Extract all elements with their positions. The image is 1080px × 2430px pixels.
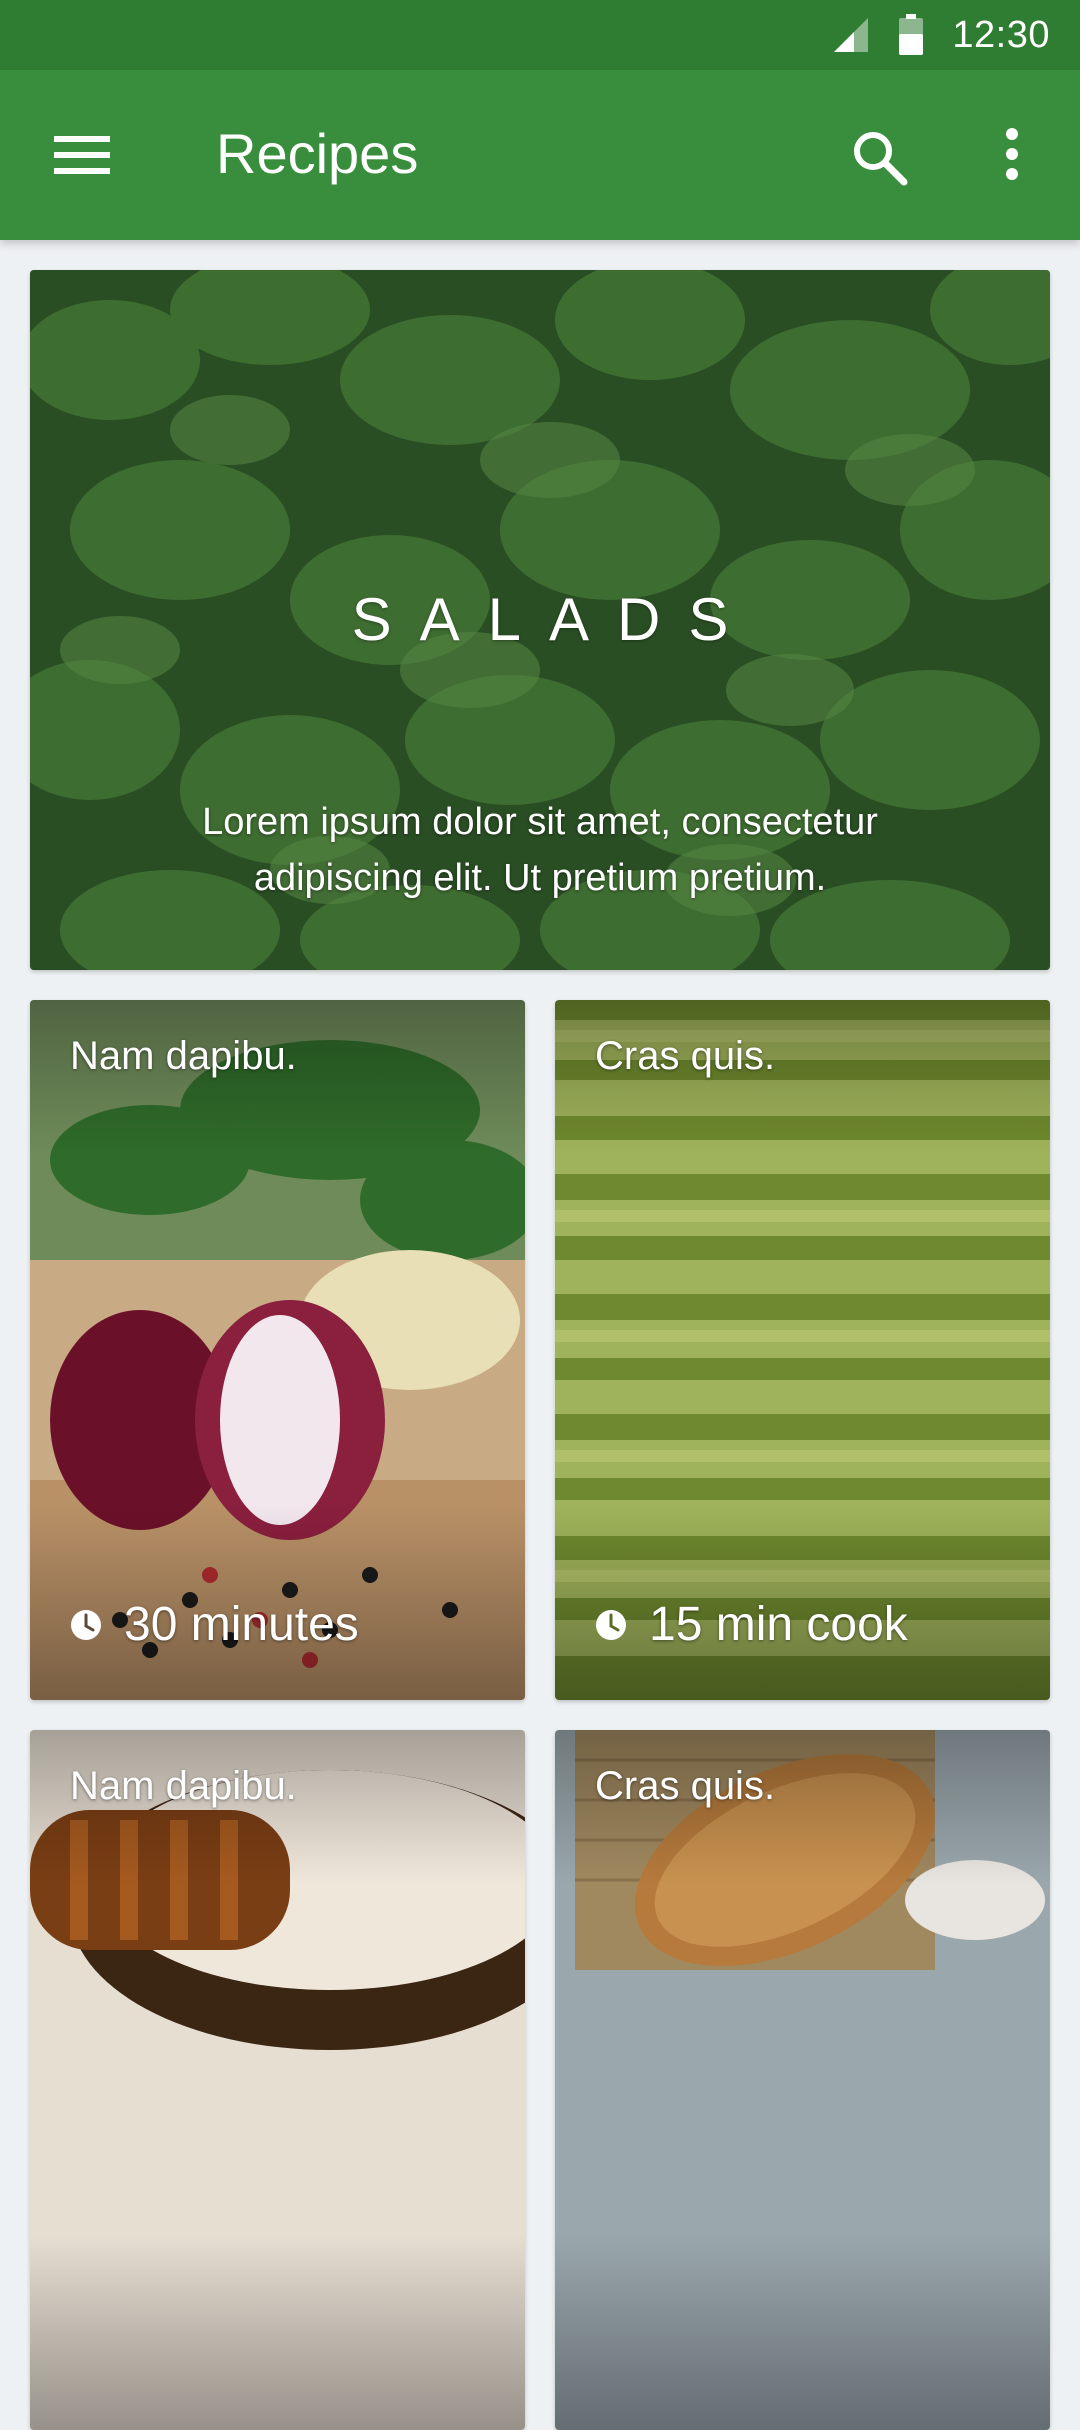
status-bar: 12:30: [0, 0, 1080, 70]
battery-icon: [899, 14, 924, 55]
menu-icon[interactable]: [54, 132, 110, 178]
tile-meta: 15 min cook: [595, 1597, 908, 1652]
more-vert-icon[interactable]: [1000, 126, 1024, 182]
tile-meta-text: 30 minutes: [124, 1598, 359, 1651]
app-bar: Recipes: [0, 70, 1080, 240]
tile-meta-text: 15 min cook: [649, 1598, 908, 1651]
tile-shade: [30, 1000, 525, 1700]
tile-title: Cras quis.: [595, 1034, 776, 1078]
tile-shade: [555, 1730, 1050, 2430]
clock-icon: [596, 1609, 626, 1640]
recipe-tile[interactable]: Cras quis. 15 min cook: [555, 1000, 1050, 1700]
hero-title: SALADS: [351, 586, 757, 653]
tile-title: Cras quis.: [595, 1764, 776, 1808]
recipe-tile[interactable]: Nam dapibu.: [30, 1730, 525, 2430]
hero-description-line1: Lorem ipsum dolor sit amet, consectetur: [202, 801, 878, 843]
clock-icon: [71, 1609, 101, 1640]
recipe-tile[interactable]: Cras quis.: [555, 1730, 1050, 2430]
status-time: 12:30: [952, 13, 1050, 56]
search-icon[interactable]: [850, 128, 908, 186]
signal-icon: [834, 18, 869, 52]
app-title: Recipes: [216, 122, 419, 185]
hero-description-line2: adipiscing elit. Ut pretium pretium.: [253, 857, 827, 899]
hero-card-salads[interactable]: SALADS Lorem ipsum dolor sit amet, conse…: [30, 270, 1050, 970]
recipe-tile[interactable]: Nam dapibu. 30 minutes: [30, 1000, 525, 1700]
status-icons: 12:30: [832, 0, 1050, 70]
tile-meta: 30 minutes: [70, 1597, 359, 1652]
tile-shade: [555, 1000, 1050, 1700]
tile-title: Nam dapibu.: [70, 1034, 297, 1078]
tile-title: Nam dapibu.: [70, 1764, 297, 1808]
hero-description: Lorem ipsum dolor sit amet, consectetur …: [150, 794, 930, 906]
tile-shade: [30, 1730, 525, 2430]
